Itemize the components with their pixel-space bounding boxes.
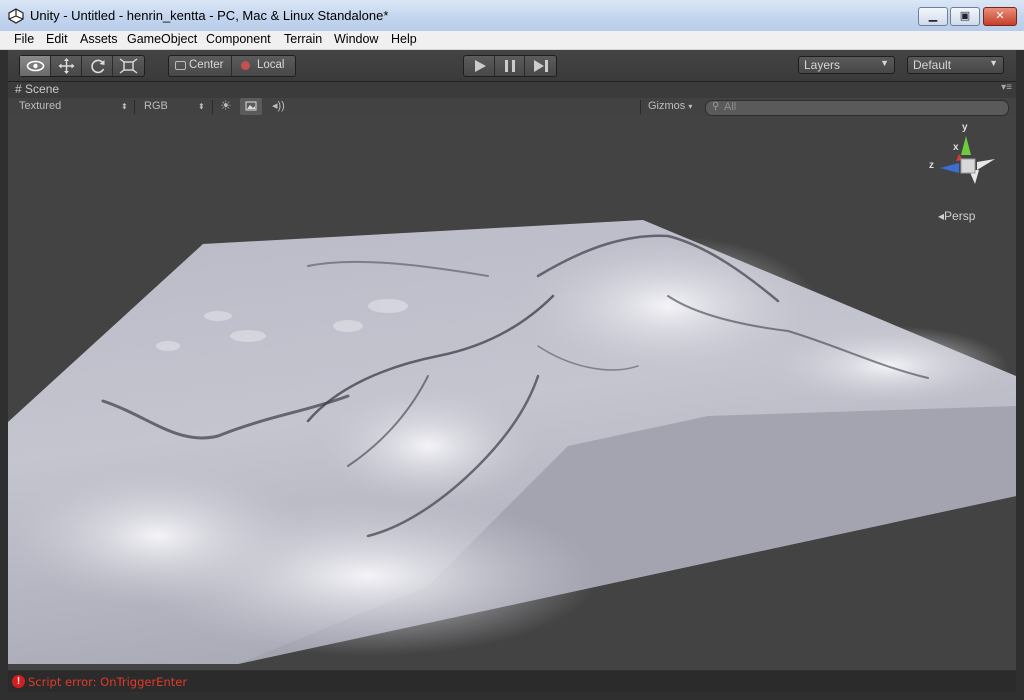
skybox-toggle[interactable] [240,98,262,115]
axis-y-label: y [962,122,968,133]
menu-bar: File Edit Assets GameObject Component Te… [0,31,1024,50]
chevron-updown-icon: ⬍ [121,102,128,111]
panel-menu-button[interactable]: ▾≡ [1001,82,1012,93]
audio-toggle[interactable]: ◂)) [272,99,285,112]
menu-assets[interactable]: Assets [80,32,118,46]
color-mode-dropdown[interactable]: RGB [144,100,168,112]
transform-tools [19,55,145,77]
menu-terrain[interactable]: Terrain [284,32,322,46]
pivot-local-button[interactable]: Local [232,56,295,76]
pivot-center-button[interactable]: Center [169,56,232,76]
layout-label: Default [913,58,952,72]
eye-icon [26,60,45,72]
close-button[interactable]: ✕ [983,7,1017,26]
center-pivot-icon [175,61,186,70]
speaker-icon: ◂)) [272,100,285,112]
maximize-icon: ▣ [959,10,971,22]
play-controls [463,55,557,77]
lighting-toggle[interactable]: ☀ [220,98,232,114]
unity-window: Unity - Untitled - henrin_kentta - PC, M… [0,0,1024,700]
play-icon [475,60,486,72]
menu-help[interactable]: Help [391,32,417,46]
scene-tab-header: # Scene ▾≡ [8,82,1016,98]
terrain-render [8,220,1016,664]
chevron-down-icon: ▼ [880,58,889,68]
menu-lines-icon: ▾≡ [1001,82,1012,93]
status-bar[interactable]: ! Script error: OnTriggerEnter [8,671,1016,692]
close-icon: ✕ [995,10,1005,22]
layers-label: Layers [804,58,841,72]
axis-x-label: x [953,142,959,153]
move-tool-button[interactable] [51,56,82,76]
maximize-button[interactable]: ▣ [950,7,980,26]
scale-icon [119,58,138,74]
rotate-icon [91,59,105,74]
scene-toolbar: Textured ⬍ RGB ⬍ ☀ ◂)) Gizmos ▾ ⚲ All [8,98,1016,117]
pause-icon [505,60,515,72]
pivot-local-label: Local [257,59,285,71]
unity-logo-icon [8,8,24,24]
render-mode-dropdown[interactable]: Textured [19,100,61,112]
window-title: Unity - Untitled - henrin_kentta - PC, M… [30,8,389,23]
projection-toggle[interactable]: ◂Persp [938,209,975,223]
separator [212,100,213,114]
render-mode-label: Textured [19,100,62,112]
axis-z-label: z [929,160,934,171]
scene-tab-label: Scene [25,82,60,96]
pivot-toggles: Center Local [168,55,296,77]
local-space-icon [241,61,250,70]
menu-window[interactable]: Window [334,32,378,46]
chevron-updown-icon: ⬍ [198,102,205,111]
view-tool-button[interactable] [20,56,51,76]
axis-gizmo-icon [940,136,995,184]
play-button[interactable] [464,56,495,76]
layout-dropdown[interactable]: Default ▼ [907,56,1004,74]
minimize-icon: ▁ [928,10,938,22]
scale-tool-button[interactable] [113,56,144,76]
menu-component[interactable]: Component [206,32,271,46]
layers-dropdown[interactable]: Layers ▼ [798,56,895,74]
move-icon [58,58,75,74]
chevron-down-icon: ▼ [989,58,998,68]
color-mode-label: RGB [144,100,168,112]
pivot-center-label: Center [189,59,224,71]
error-icon: ! [12,675,25,688]
mountain-highlight [8,466,308,606]
step-icon [534,60,548,72]
search-placeholder: All [724,101,737,113]
menu-file[interactable]: File [14,32,34,46]
image-icon [245,101,257,111]
main-toolbar: Center Local Layers ▼ Default ▼ [8,50,1016,82]
orientation-gizmo[interactable]: y x z [923,122,1003,202]
sun-icon: ☀ [220,98,232,113]
scene-viewport[interactable]: y x z ◂Persp [8,116,1016,670]
persp-label: Persp [944,209,976,223]
scene-search-field[interactable]: ⚲ All [705,100,1009,116]
scene-hash-icon: # [15,82,22,96]
step-button[interactable] [525,56,556,76]
title-bar: Unity - Untitled - henrin_kentta - PC, M… [0,0,1024,32]
separator [640,100,641,114]
mountain-highlight [318,386,538,506]
status-message: Script error: OnTriggerEnter [28,675,188,689]
scene-tab[interactable]: # Scene [15,82,59,96]
rotate-tool-button[interactable] [82,56,113,76]
chevron-down-icon: ▾ [688,102,693,111]
menu-edit[interactable]: Edit [46,32,68,46]
separator [134,100,135,114]
gizmos-dropdown[interactable]: Gizmos ▾ [648,100,692,112]
gizmos-label: Gizmos [648,100,686,112]
minimize-button[interactable]: ▁ [918,7,948,26]
search-icon: ⚲ [712,101,720,112]
menu-gameobject[interactable]: GameObject [127,32,197,46]
pause-button[interactable] [495,56,525,76]
